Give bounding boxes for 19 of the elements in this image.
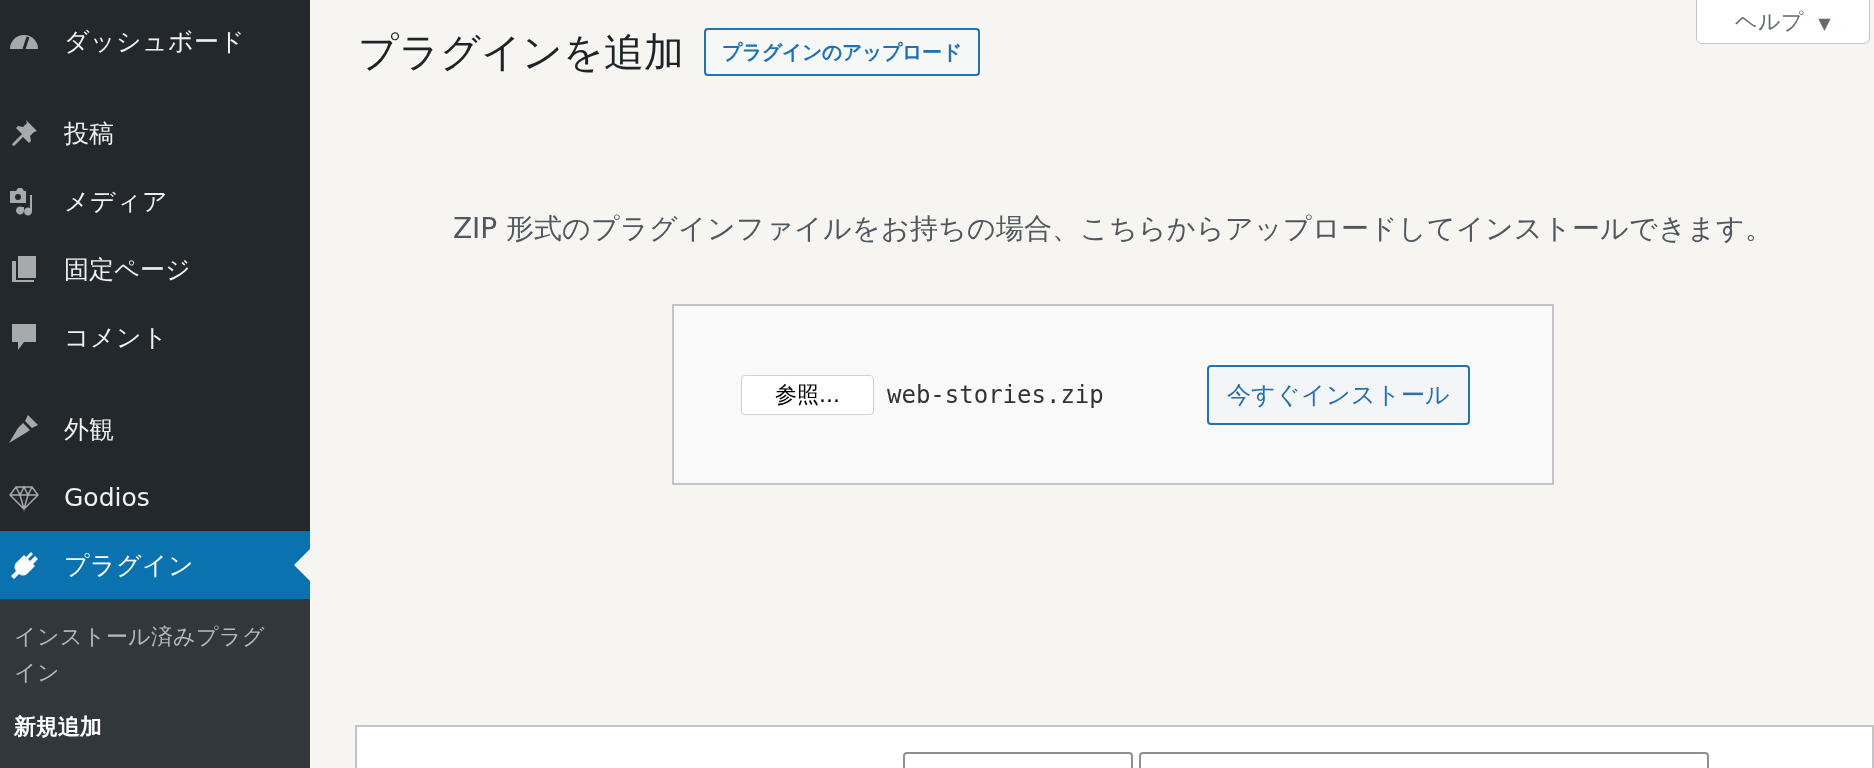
sidebar-item[interactable]: コメント bbox=[0, 303, 310, 371]
sidebar-item[interactable]: Godios bbox=[0, 463, 310, 531]
sidebar-item[interactable]: プラグイン bbox=[0, 531, 310, 599]
install-button[interactable]: 今すぐインストール bbox=[1207, 364, 1470, 425]
paintbrush-icon bbox=[8, 413, 40, 445]
file-name: web-stories.zip bbox=[887, 380, 1105, 409]
sidebar-item[interactable]: 外観 bbox=[0, 395, 310, 463]
submenu-item[interactable]: インストール済みプラグイン bbox=[14, 619, 274, 691]
browse-button[interactable]: 参照... bbox=[741, 374, 874, 415]
upload-description: ZIP 形式のプラグインファイルをお持ちの場合、こちらからアップロードしてインストールできます。 bbox=[451, 211, 1775, 247]
sidebar-item[interactable]: 投稿 bbox=[0, 99, 310, 167]
sidebar-item[interactable]: 固定ページ bbox=[0, 235, 310, 303]
help-button[interactable]: ヘルプ ▼ bbox=[1696, 0, 1870, 44]
sidebar-item[interactable]: ダッシュボード bbox=[0, 7, 310, 75]
sidebar-item[interactable]: メディア bbox=[0, 167, 310, 235]
upload-plugin-button[interactable]: プラグインのアップロード bbox=[704, 28, 980, 76]
submenu-item[interactable]: 新規追加 bbox=[14, 709, 274, 745]
menu-pointer-icon bbox=[294, 549, 310, 581]
page-title: プラグインを追加 bbox=[358, 27, 684, 77]
